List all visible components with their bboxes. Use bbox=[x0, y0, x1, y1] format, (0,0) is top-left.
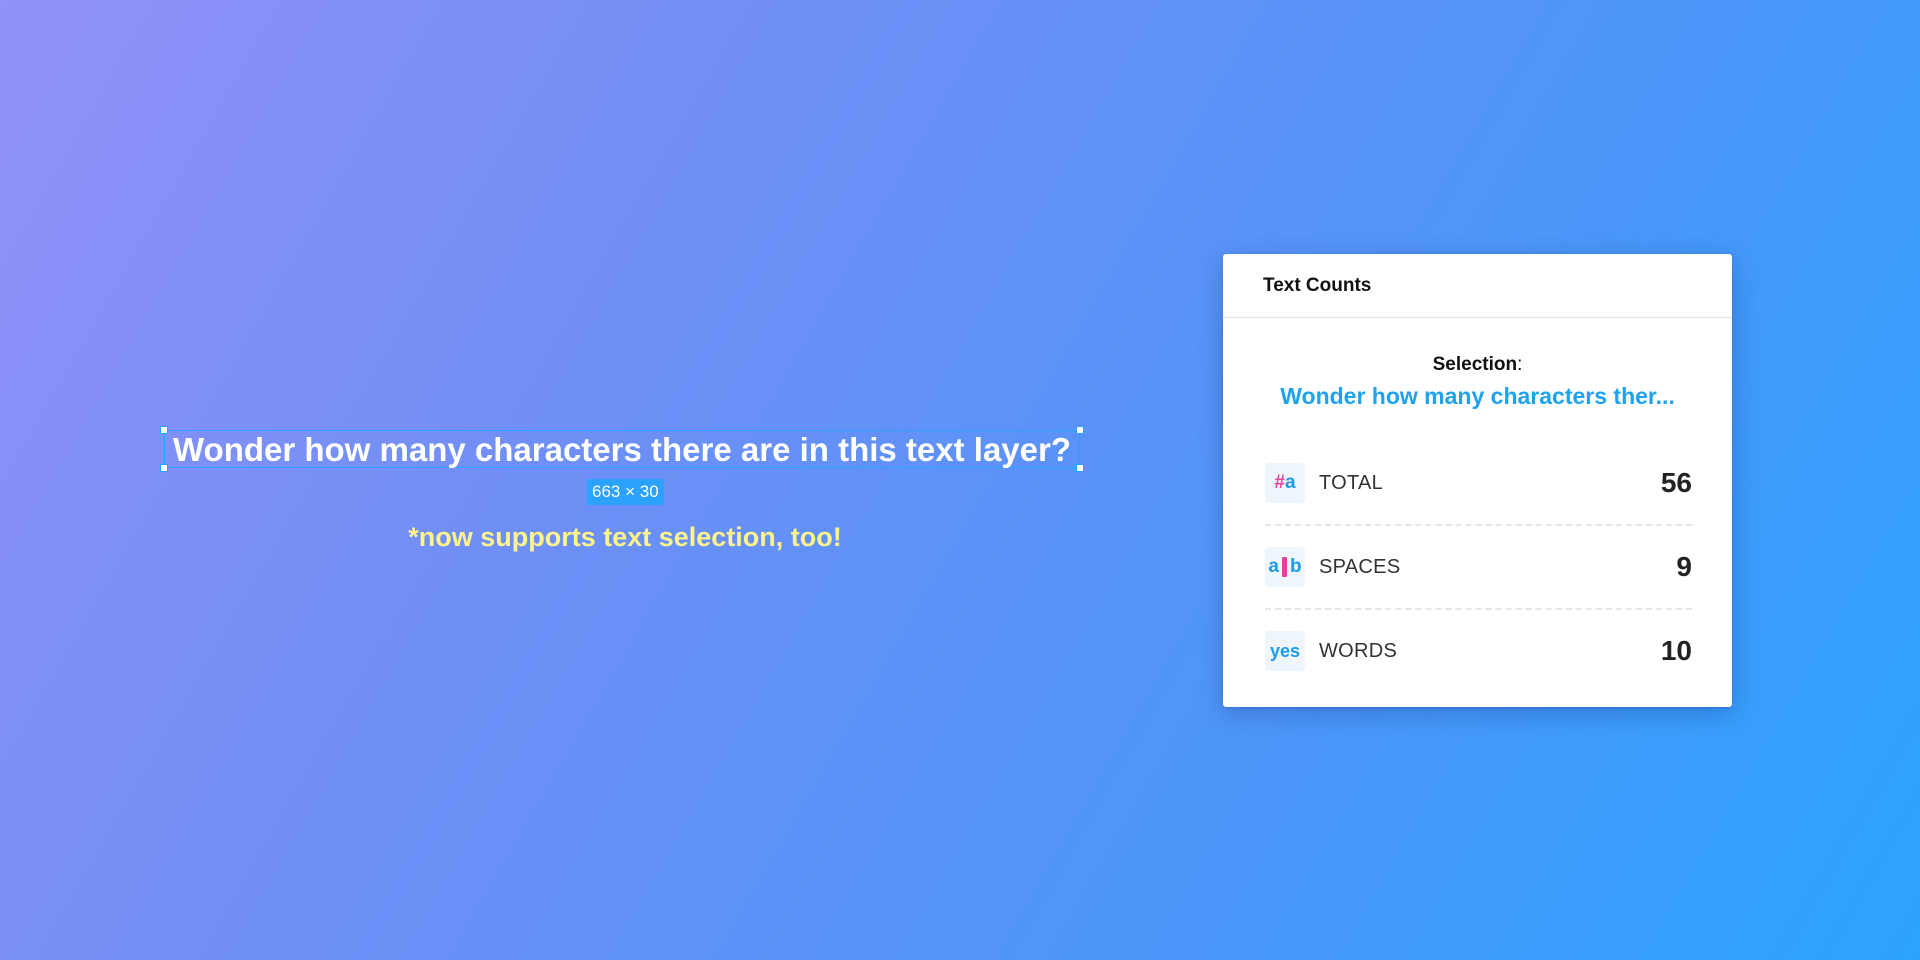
text-layer-content[interactable]: Wonder how many characters there are in … bbox=[173, 433, 1071, 466]
selection-colon: : bbox=[1517, 354, 1523, 375]
selected-text-layer[interactable]: Wonder how many characters there are in … bbox=[160, 426, 1084, 472]
selection-label-row: Selection: bbox=[1223, 353, 1732, 377]
stat-row-words: yes WORDS 10 bbox=[1265, 608, 1692, 692]
panel-title: Text Counts bbox=[1263, 274, 1372, 296]
resize-handle-bottom-left[interactable] bbox=[160, 464, 168, 472]
space-between-icon: ab bbox=[1265, 547, 1305, 587]
yes-glyph: yes bbox=[1269, 640, 1301, 661]
resize-handle-top-right[interactable] bbox=[1076, 426, 1084, 434]
yes-words-icon: yes bbox=[1265, 631, 1305, 671]
selection-preview: Wonder how many characters ther... bbox=[1280, 383, 1675, 409]
selection-section: Selection: Wonder how many characters th… bbox=[1223, 353, 1732, 410]
subtitle-text-layer[interactable]: *now supports text selection, too! bbox=[0, 522, 1250, 553]
hash-a-icon: # a bbox=[1265, 463, 1305, 503]
a-glyph: a bbox=[1268, 556, 1279, 577]
b-glyph: b bbox=[1289, 556, 1302, 577]
stat-label-spaces: SPACES bbox=[1319, 555, 1401, 578]
stat-label-words: WORDS bbox=[1319, 639, 1398, 662]
text-counts-panel: Text Counts Selection: Wonder how many c… bbox=[1223, 254, 1732, 707]
selection-label: Selection bbox=[1432, 354, 1518, 375]
stat-row-total: # a TOTAL 56 bbox=[1265, 442, 1692, 524]
panel-header: Text Counts bbox=[1223, 254, 1732, 318]
stat-row-spaces: ab SPACES 9 bbox=[1265, 524, 1692, 608]
resize-handle-top-left[interactable] bbox=[160, 426, 168, 434]
stats-list: # a TOTAL 56 ab SPACES 9 yes WORDS 10 bbox=[1265, 442, 1692, 692]
stat-value-total: 56 bbox=[1660, 467, 1692, 498]
dimensions-badge: 663 × 30 bbox=[587, 479, 664, 505]
stat-value-spaces: 9 bbox=[1676, 551, 1692, 582]
a-glyph: a bbox=[1285, 472, 1296, 493]
space-bar-glyph bbox=[1281, 557, 1287, 577]
stat-label-total: TOTAL bbox=[1319, 471, 1384, 494]
hash-glyph: # bbox=[1274, 472, 1285, 493]
resize-handle-bottom-right[interactable] bbox=[1076, 464, 1084, 472]
stat-value-words: 10 bbox=[1660, 635, 1692, 666]
